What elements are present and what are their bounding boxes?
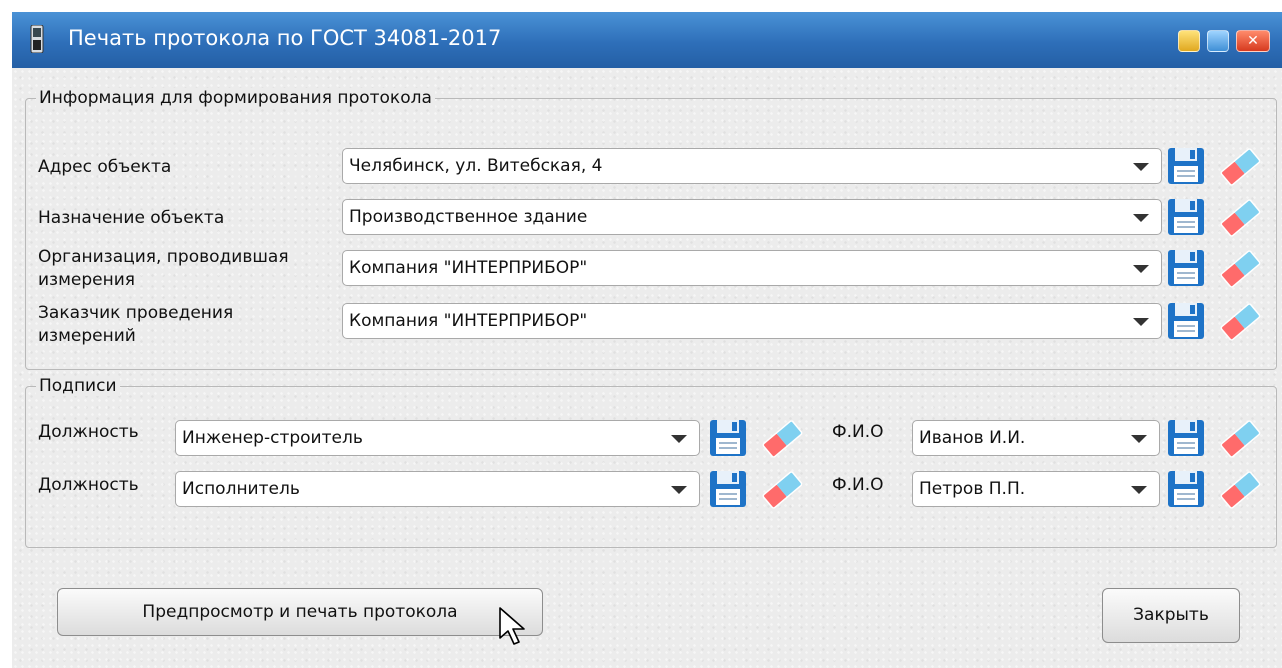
chevron-down-icon[interactable] [1133,265,1149,273]
chevron-down-icon[interactable] [1133,163,1149,171]
chevron-down-icon[interactable] [1131,486,1147,494]
floppy-disk-icon[interactable] [1164,467,1208,511]
eraser-icon[interactable] [1218,467,1262,511]
eraser-icon[interactable] [1218,195,1262,239]
organization-label: Организация, проводившая измерения [38,247,289,290]
address-combobox[interactable]: Челябинск, ул. Витебская, 4 [342,148,1162,184]
preview-print-button[interactable]: Предпросмотр и печать протокола [57,588,543,636]
chevron-down-icon[interactable] [1133,214,1149,222]
close-window-button[interactable]: ✕ [1236,30,1270,52]
address-value: Челябинск, ул. Витебская, 4 [349,156,603,176]
close-button[interactable]: Закрыть [1102,588,1240,643]
customer-label: Заказчик проведения измерений [38,303,234,346]
close-icon: ✕ [1247,33,1259,49]
floppy-disk-icon[interactable] [706,416,750,460]
dialog-body: Информация для формирования протокола Ад… [12,68,1282,668]
chevron-down-icon[interactable] [671,435,687,443]
customer-value: Компания "ИНТЕРПРИБОР" [349,311,588,331]
customer-combobox[interactable]: Компания "ИНТЕРПРИБОР" [342,303,1162,339]
name-label-2: Ф.И.О [832,475,884,495]
purpose-label: Назначение объекта [38,208,225,228]
position-combobox-1[interactable]: Инженер-строитель [175,420,700,456]
chevron-down-icon[interactable] [671,486,687,494]
eraser-icon[interactable] [1218,246,1262,290]
eraser-icon[interactable] [1218,416,1262,460]
name-label-1: Ф.И.О [832,422,884,442]
name-value-2: Петров П.П. [919,479,1026,499]
position-value-2: Исполнитель [182,479,300,499]
purpose-value: Производственное здание [349,207,588,227]
mouse-pointer-icon [499,607,525,645]
name-combobox-1[interactable]: Иванов И.И. [912,420,1160,456]
floppy-disk-icon[interactable] [1164,144,1208,188]
position-label-1: Должность [38,422,139,442]
title-bar[interactable]: Печать протокола по ГОСТ 34081-2017 ✕ [12,12,1282,68]
organization-value: Компания "ИНТЕРПРИБОР" [349,258,588,278]
eraser-icon[interactable] [1218,144,1262,188]
info-group-legend: Информация для формирования протокола [36,88,435,108]
eraser-icon[interactable] [760,467,804,511]
eraser-icon[interactable] [1218,299,1262,343]
chevron-down-icon[interactable] [1133,318,1149,326]
position-label-2: Должность [38,475,139,495]
address-label: Адрес объекта [38,157,172,177]
name-value-1: Иванов И.И. [919,428,1026,448]
preview-print-label: Предпросмотр и печать протокола [142,602,458,622]
name-combobox-2[interactable]: Петров П.П. [912,471,1160,507]
signatures-group: Подписи [25,376,1277,548]
signatures-group-legend: Подписи [36,376,120,396]
organization-combobox[interactable]: Компания "ИНТЕРПРИБОР" [342,250,1162,286]
floppy-disk-icon[interactable] [1164,195,1208,239]
position-combobox-2[interactable]: Исполнитель [175,471,700,507]
eraser-icon[interactable] [760,416,804,460]
maximize-button[interactable] [1207,30,1229,52]
window-title: Печать протокола по ГОСТ 34081-2017 [68,26,502,50]
purpose-combobox[interactable]: Производственное здание [342,199,1162,235]
close-label: Закрыть [1133,605,1209,625]
floppy-disk-icon[interactable] [706,467,750,511]
floppy-disk-icon[interactable] [1164,299,1208,343]
floppy-disk-icon[interactable] [1164,246,1208,290]
device-icon [30,25,44,53]
chevron-down-icon[interactable] [1131,435,1147,443]
minimize-button[interactable] [1178,30,1200,52]
position-value-1: Инженер-строитель [182,428,363,448]
app-window: Печать протокола по ГОСТ 34081-2017 ✕ Ин… [12,12,1282,668]
floppy-disk-icon[interactable] [1164,416,1208,460]
